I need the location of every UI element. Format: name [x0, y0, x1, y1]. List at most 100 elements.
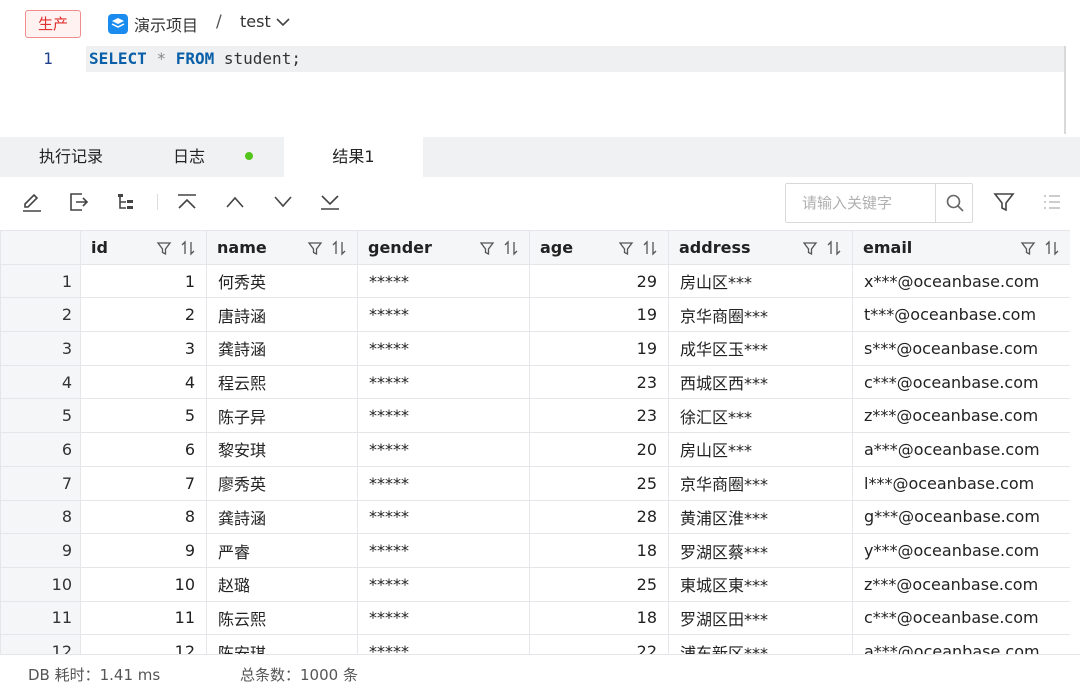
table-row[interactable]: 7 7 廖秀英 ***** 25 京华商圈*** l***@oceanbase.com — [0, 465, 1070, 501]
table-row[interactable]: 12 12 陈安琪 ***** 22 浦东新区*** a***@oceanbase.com — [0, 634, 1070, 654]
table-row[interactable]: 9 9 严睿 ***** 18 罗湖区蔡*** y***@oceanbase.com — [0, 533, 1070, 568]
search-input[interactable] — [786, 184, 935, 222]
cell-address[interactable]: 京华商圈*** — [668, 297, 853, 333]
cell-name[interactable]: 严睿 — [206, 533, 358, 568]
cell-age[interactable]: 19 — [529, 297, 669, 333]
cell-email[interactable]: z***@oceanbase.com — [852, 398, 1070, 434]
cell-email[interactable]: y***@oceanbase.com — [852, 533, 1070, 568]
filter-icon[interactable] — [479, 240, 495, 256]
cell-id[interactable]: 4 — [80, 364, 207, 400]
cell-gender[interactable]: ***** — [357, 398, 530, 434]
cell-id[interactable]: 3 — [80, 331, 207, 366]
cell-email[interactable]: a***@oceanbase.com — [852, 634, 1070, 654]
cell-email[interactable]: s***@oceanbase.com — [852, 331, 1070, 366]
cell-id[interactable]: 2 — [80, 297, 207, 333]
export-icon[interactable] — [67, 190, 91, 214]
cell-id[interactable]: 5 — [80, 398, 207, 434]
cell-age[interactable]: 18 — [529, 533, 669, 568]
cell-id[interactable]: 11 — [80, 600, 207, 636]
cell-age[interactable]: 29 — [529, 263, 669, 299]
cell-address[interactable]: 西城区西*** — [668, 364, 853, 400]
table-row[interactable]: 5 5 陈子异 ***** 23 徐汇区*** z***@oceanbase.com — [0, 398, 1070, 434]
first-page-icon[interactable] — [175, 190, 199, 214]
cell-email[interactable]: c***@oceanbase.com — [852, 600, 1070, 636]
cell-gender[interactable]: ***** — [357, 263, 530, 299]
next-page-icon[interactable] — [271, 190, 295, 214]
cell-address[interactable]: 成华区玉*** — [668, 331, 853, 366]
column-header-address[interactable]: address — [668, 230, 853, 265]
table-row[interactable]: 4 4 程云熙 ***** 23 西城区西*** c***@oceanbase.com — [0, 364, 1070, 400]
cell-email[interactable]: g***@oceanbase.com — [852, 499, 1070, 535]
cell-name[interactable]: 龚詩涵 — [206, 331, 358, 366]
column-header-age[interactable]: age — [529, 230, 669, 265]
cell-gender[interactable]: ***** — [357, 499, 530, 535]
table-row[interactable]: 11 11 陈云熙 ***** 18 罗湖区田*** c***@oceanbase.com — [0, 600, 1070, 636]
column-header-gender[interactable]: gender — [357, 230, 530, 265]
cell-gender[interactable]: ***** — [357, 432, 530, 467]
filter-icon[interactable] — [1020, 240, 1036, 256]
cell-address[interactable]: 浦东新区*** — [668, 634, 853, 654]
cell-address[interactable]: 黄浦区淮*** — [668, 499, 853, 535]
cell-email[interactable]: l***@oceanbase.com — [852, 465, 1070, 501]
cell-gender[interactable]: ***** — [357, 331, 530, 366]
table-row[interactable]: 1 1 何秀英 ***** 29 房山区*** x***@oceanbase.com — [0, 263, 1070, 299]
cell-name[interactable]: 陈安琪 — [206, 634, 358, 654]
column-header-name[interactable]: name — [206, 230, 358, 265]
cell-email[interactable]: z***@oceanbase.com — [852, 566, 1070, 602]
cell-name[interactable]: 黎安琪 — [206, 432, 358, 467]
table-row[interactable]: 3 3 龚詩涵 ***** 19 成华区玉*** s***@oceanbase.com — [0, 331, 1070, 366]
cell-age[interactable]: 19 — [529, 331, 669, 366]
sort-icon[interactable] — [503, 240, 519, 256]
sort-icon[interactable] — [826, 240, 842, 256]
cell-name[interactable]: 赵璐 — [206, 566, 358, 602]
tab-result-1[interactable]: 结果1 — [284, 137, 423, 177]
cell-gender[interactable]: ***** — [357, 634, 530, 654]
cell-age[interactable]: 20 — [529, 432, 669, 467]
cell-gender[interactable]: ***** — [357, 533, 530, 568]
sql-editor[interactable]: 1 SELECT * FROM student; — [0, 46, 1080, 136]
tab-history[interactable]: 执行记录 — [0, 137, 142, 177]
cell-id[interactable]: 7 — [80, 465, 207, 501]
column-header-id[interactable]: id — [80, 230, 207, 265]
filter-icon[interactable] — [307, 240, 323, 256]
cell-age[interactable]: 22 — [529, 634, 669, 654]
tree-structure-icon[interactable] — [115, 190, 139, 214]
cell-email[interactable]: t***@oceanbase.com — [852, 297, 1070, 333]
table-row[interactable]: 10 10 赵璐 ***** 25 東城区東*** z***@oceanbase.com — [0, 566, 1070, 602]
cell-name[interactable]: 何秀英 — [206, 263, 358, 299]
cell-id[interactable]: 8 — [80, 499, 207, 535]
project-selector[interactable]: 演示项目 — [108, 12, 198, 36]
sort-icon[interactable] — [642, 240, 658, 256]
cell-id[interactable]: 6 — [80, 432, 207, 467]
cell-id[interactable]: 9 — [80, 533, 207, 568]
sort-icon[interactable] — [331, 240, 347, 256]
cell-address[interactable]: 京华商圈*** — [668, 465, 853, 501]
previous-page-icon[interactable] — [223, 190, 247, 214]
cell-address[interactable]: 房山区*** — [668, 432, 853, 467]
filter-icon[interactable] — [992, 190, 1016, 214]
cell-id[interactable]: 1 — [80, 263, 207, 299]
cell-address[interactable]: 徐汇区*** — [668, 398, 853, 434]
cell-name[interactable]: 唐詩涵 — [206, 297, 358, 333]
cell-gender[interactable]: ***** — [357, 465, 530, 501]
cell-gender[interactable]: ***** — [357, 566, 530, 602]
cell-id[interactable]: 12 — [80, 634, 207, 654]
cell-age[interactable]: 28 — [529, 499, 669, 535]
cell-age[interactable]: 25 — [529, 465, 669, 501]
filter-icon[interactable] — [802, 240, 818, 256]
cell-address[interactable]: 罗湖区蔡*** — [668, 533, 853, 568]
environment-badge[interactable]: 生产 — [25, 10, 81, 38]
cell-gender[interactable]: ***** — [357, 600, 530, 636]
cell-name[interactable]: 程云熙 — [206, 364, 358, 400]
filter-icon[interactable] — [156, 240, 172, 256]
cell-age[interactable]: 18 — [529, 600, 669, 636]
tab-log[interactable]: 日志 — [142, 137, 284, 177]
cell-age[interactable]: 25 — [529, 566, 669, 602]
database-selector[interactable]: test — [240, 12, 290, 31]
table-row[interactable]: 6 6 黎安琪 ***** 20 房山区*** a***@oceanbase.com — [0, 432, 1070, 467]
cell-id[interactable]: 10 — [80, 566, 207, 602]
search-icon[interactable] — [935, 184, 973, 222]
filter-icon[interactable] — [618, 240, 634, 256]
cell-name[interactable]: 廖秀英 — [206, 465, 358, 501]
cell-name[interactable]: 陈子异 — [206, 398, 358, 434]
